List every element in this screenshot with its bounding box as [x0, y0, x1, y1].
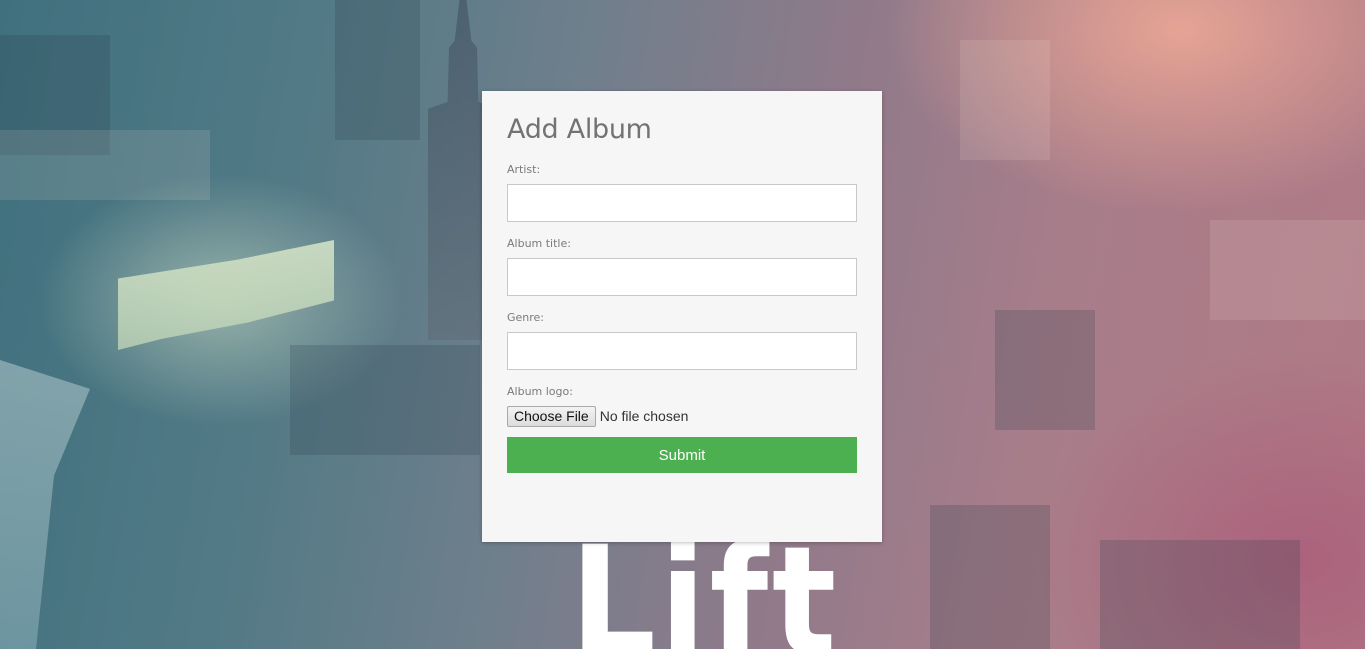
form-title: Add Album [507, 114, 652, 145]
background-building [995, 310, 1095, 430]
submit-button[interactable]: Submit [507, 437, 857, 473]
background-building [930, 505, 1050, 649]
background-building [960, 40, 1050, 160]
album-title-input[interactable] [507, 258, 857, 296]
background-river-lower [0, 360, 90, 649]
background-building [0, 130, 210, 200]
genre-input[interactable] [507, 332, 857, 370]
choose-file-button[interactable]: Choose File [507, 405, 596, 427]
background-building [290, 345, 480, 455]
background-building [1100, 540, 1300, 649]
background-building [335, 0, 420, 140]
artist-label: Artist: [507, 163, 541, 176]
background-river [118, 240, 334, 350]
add-album-form: Add Album Artist: Album title: Genre: Al… [482, 91, 882, 542]
artist-input[interactable] [507, 184, 857, 222]
album-logo-label: Album logo: [507, 385, 573, 398]
album-title-label: Album title: [507, 237, 571, 250]
file-status-text: No file chosen [599, 408, 689, 424]
album-logo-file-input: Choose File No file chosen [507, 405, 857, 427]
background-building [1210, 220, 1365, 320]
background-overlay-text: Lift [570, 541, 840, 649]
genre-label: Genre: [507, 311, 545, 324]
